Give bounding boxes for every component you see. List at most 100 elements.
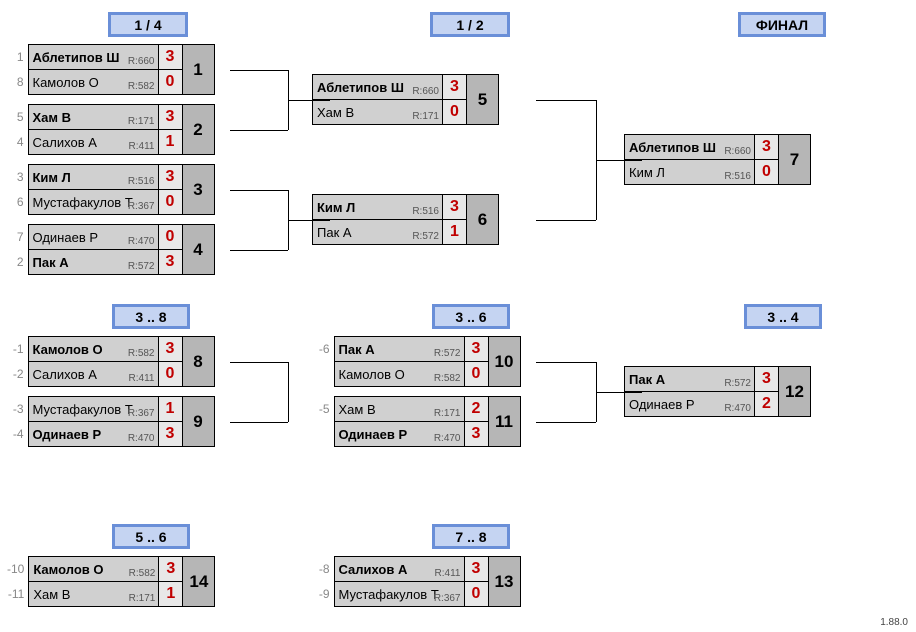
player-name: Ким Л [629, 165, 665, 180]
round-label-c38: 3 .. 8 [112, 304, 190, 329]
connector [230, 130, 288, 131]
player-rating: R:660 [412, 86, 439, 97]
player-score: 3 [464, 422, 488, 447]
match-id: 7 [779, 135, 811, 185]
player-score: 3 [755, 367, 779, 392]
match-8: -1Камолов ОR:58238-2Салихов АR:4110 [6, 336, 215, 387]
seed: -8 [312, 557, 334, 582]
player-rating: R:411 [129, 141, 155, 152]
seed: 2 [6, 250, 28, 275]
player-score: 0 [158, 362, 182, 387]
seed: -6 [312, 337, 334, 362]
match-id: 8 [182, 337, 214, 387]
player-name-cell: Одинаев Р R:470 [625, 392, 755, 417]
player-score: 3 [158, 105, 182, 130]
round-label-c34: 3 .. 4 [744, 304, 822, 329]
player-name-cell: Мустафакулов ТR:367 [28, 397, 158, 422]
player-name: Аблетипов Ш [629, 140, 716, 155]
connector [596, 392, 642, 393]
connector [230, 70, 288, 71]
round-label-f: ФИНАЛ [738, 12, 826, 37]
round-label-sf: 1 / 2 [430, 12, 510, 37]
player-rating: R:516 [128, 176, 155, 187]
player-name-cell: Ким Л R:516 [28, 165, 158, 190]
player-name-cell: Пак АR:572 [313, 220, 443, 245]
player-rating: R:411 [129, 373, 155, 384]
player-name: Одинаев Р [33, 230, 99, 245]
connector [288, 362, 289, 422]
connector [596, 160, 642, 161]
player-rating: R:572 [434, 348, 461, 359]
player-name-cell: Аблетипов ШR:660 [28, 45, 158, 70]
player-name: Салихов А [33, 135, 97, 150]
player-name: Хам В [317, 105, 354, 120]
player-name: Одинаев Р [339, 427, 408, 442]
seed: -10 [6, 557, 29, 582]
player-name: Аблетипов Ш [317, 80, 404, 95]
player-name-cell: Камолов ОR:582 [334, 362, 464, 387]
match-id: 11 [488, 397, 520, 447]
match-id: 2 [182, 105, 214, 155]
match-14: -10Камолов ОR:582314-11Хам ВR:1711 [6, 556, 215, 607]
player-score: 1 [443, 220, 467, 245]
player-name-cell: Хам В R:171 [313, 100, 443, 125]
player-score: 2 [464, 397, 488, 422]
player-name: Салихов А [33, 367, 97, 382]
player-name: Ким Л [33, 170, 71, 185]
player-rating: R:171 [412, 111, 439, 122]
connector [536, 422, 596, 423]
player-rating: R:516 [724, 171, 751, 182]
match-7: Аблетипов ШR:66037Ким ЛR:5160 [624, 134, 811, 185]
connector [536, 362, 596, 363]
player-rating: R:572 [412, 231, 439, 242]
seed: 5 [6, 105, 28, 130]
seed [312, 422, 334, 447]
player-name: Камолов О [33, 342, 103, 357]
match-id: 13 [488, 557, 520, 607]
connector [230, 422, 288, 423]
match-2: 5Хам ВR:171324Салихов АR:4111 [6, 104, 215, 155]
seed: -5 [312, 397, 334, 422]
seed: 3 [6, 165, 28, 190]
player-name-cell: Салихов АR:411 [334, 557, 464, 582]
player-rating: R:660 [724, 146, 751, 157]
match-id: 14 [183, 557, 215, 607]
seed: -3 [6, 397, 28, 422]
match-id: 10 [488, 337, 520, 387]
player-name-cell: Мустафакулов ТR:367 [334, 582, 464, 607]
player-name: Ким Л [317, 200, 355, 215]
connector [536, 220, 596, 221]
seed: 6 [6, 190, 28, 215]
match-5: Аблетипов ШR:66035Хам ВR:1710 [312, 74, 499, 125]
player-name-cell: Хам ВR:171 [28, 105, 158, 130]
player-rating: R:470 [434, 433, 461, 444]
match-3: 3Ким ЛR:516336Мустафакулов ТR:3670 [6, 164, 215, 215]
match-4: 7Одинаев РR:470042Пак АR:5723 [6, 224, 215, 275]
player-name: Хам В [339, 402, 376, 417]
player-name: Мустафакулов Т [339, 587, 439, 602]
player-name-cell: Аблетипов Ш R:660 [625, 135, 755, 160]
bracket-stage: 1 / 4 1 / 2 ФИНАЛ 3 .. 8 3 .. 6 3 .. 4 5… [0, 0, 916, 632]
round-label-qf: 1 / 4 [108, 12, 188, 37]
match-id: 3 [182, 165, 214, 215]
player-name-cell: Мустафакулов ТR:367 [28, 190, 158, 215]
player-rating: R:582 [128, 81, 155, 92]
player-rating: R:171 [128, 116, 155, 127]
match-id: 12 [779, 367, 811, 417]
match-11: -5Хам ВR:171211Одинаев РR:4703 [312, 396, 521, 447]
player-rating: R:582 [129, 568, 156, 579]
player-rating: R:470 [724, 403, 751, 414]
seed: -1 [6, 337, 28, 362]
round-label-c78: 7 .. 8 [432, 524, 510, 549]
match-12: Пак АR:572312Одинаев РR:4702 [624, 366, 811, 417]
seed: 4 [6, 130, 28, 155]
player-rating: R:470 [128, 433, 155, 444]
player-name: Хам В [33, 587, 70, 602]
player-score: 3 [158, 165, 182, 190]
match-id: 1 [182, 45, 214, 95]
player-score: 1 [159, 582, 183, 607]
player-score: 3 [443, 195, 467, 220]
player-rating: R:572 [724, 378, 751, 389]
player-name: Одинаев Р [629, 397, 695, 412]
player-name-cell: Пак АR:572 [625, 367, 755, 392]
